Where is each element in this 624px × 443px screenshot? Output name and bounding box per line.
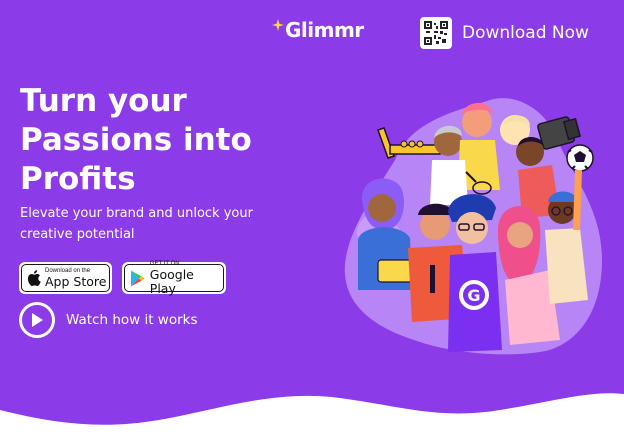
brand-logo[interactable]: Glimmr bbox=[272, 18, 364, 42]
wave-divider bbox=[0, 393, 624, 443]
apple-icon bbox=[27, 270, 41, 286]
google-play-label: Google Play bbox=[149, 266, 194, 296]
sparkle-icon bbox=[272, 19, 284, 31]
download-now-label: Download Now bbox=[462, 23, 589, 43]
app-store-button[interactable]: Download on the App Store bbox=[19, 262, 112, 294]
logo-text: Glimmr bbox=[285, 18, 364, 42]
qr-code-icon bbox=[420, 17, 452, 49]
hero-title: Turn your Passions into Profits bbox=[20, 83, 252, 197]
watch-video-button[interactable]: Watch how it works bbox=[19, 302, 198, 338]
download-now-button[interactable]: Download Now bbox=[420, 17, 589, 49]
soccer-ball-icon bbox=[566, 144, 594, 172]
play-icon bbox=[19, 302, 55, 338]
watch-video-label: Watch how it works bbox=[66, 312, 198, 328]
google-play-button[interactable]: GET IT ON Google Play bbox=[122, 261, 226, 296]
hero-subtitle: Elevate your brand and unlock your creat… bbox=[20, 206, 253, 242]
creators-illustration: G bbox=[344, 98, 602, 355]
google-play-icon bbox=[130, 270, 145, 286]
g-badge-letter: G bbox=[467, 286, 480, 305]
app-store-label: App Store bbox=[45, 273, 107, 289]
